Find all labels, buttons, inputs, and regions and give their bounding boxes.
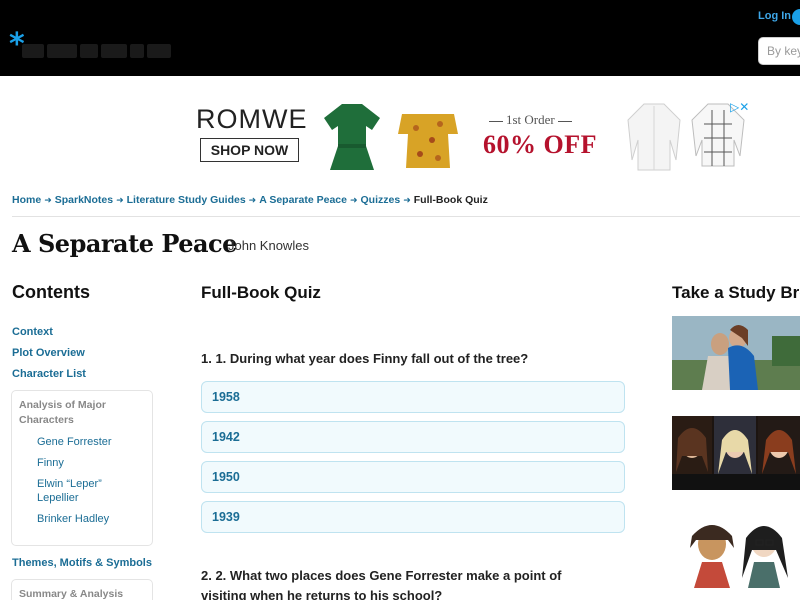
sidebar-group-summary: Summary & Analysis: [11, 579, 153, 600]
sidebar-group-title[interactable]: Analysis of Major Characters: [19, 398, 145, 428]
study-break-heading: Take a Study Break: [672, 283, 800, 302]
sidebar-item-context[interactable]: Context: [12, 326, 53, 338]
ad-first-order-text: 1st Order: [486, 112, 575, 128]
adchoices-close-icon[interactable]: ▷✕: [730, 100, 749, 114]
arrow-right-icon: ➜: [116, 195, 124, 205]
sidebar-item-themes[interactable]: Themes, Motifs & Symbols: [12, 557, 152, 569]
sidebar-item-gene-forrester[interactable]: Gene Forrester: [37, 435, 145, 449]
sidebar-group-analysis: Analysis of Major Characters Gene Forres…: [11, 390, 153, 546]
user-icon[interactable]: [792, 9, 800, 25]
breadcrumb-quizzes[interactable]: Quizzes: [361, 194, 401, 206]
top-navigation-bar: * Log In By keyword: [0, 0, 800, 76]
login-link[interactable]: Log In: [758, 10, 791, 22]
white-shirt-image: [627, 103, 681, 171]
breadcrumb-a-separate-peace[interactable]: A Separate Peace: [259, 194, 347, 206]
breadcrumb-sparknotes[interactable]: SparkNotes: [55, 194, 113, 206]
advertisement-banner[interactable]: ROMWE SHOP NOW 1st Order 60% OFF ▷✕: [190, 96, 756, 174]
yellow-floral-top-image: [398, 114, 458, 168]
sidebar-group-title[interactable]: Summary & Analysis: [19, 587, 145, 600]
breadcrumb: Home ➜ SparkNotes ➜ Literature Study Guides ➜…: [12, 194, 488, 206]
quiz-heading: Full-Book Quiz: [201, 283, 321, 302]
sidebar-item-brinker-hadley[interactable]: Brinker Hadley: [37, 512, 145, 526]
ad-discount-text: 60% OFF: [483, 130, 597, 159]
divider: [12, 216, 800, 217]
arrow-right-icon: ➜: [44, 195, 52, 205]
answer-option[interactable]: 1950: [201, 461, 625, 493]
arrow-right-icon: ➜: [403, 195, 411, 205]
breadcrumb-literature-study-guides[interactable]: Literature Study Guides: [127, 194, 246, 206]
study-break-image-illustration[interactable]: [672, 514, 800, 588]
answer-option[interactable]: 1942: [201, 421, 625, 453]
site-logo[interactable]: [22, 44, 190, 62]
answer-option[interactable]: 1939: [201, 501, 625, 533]
sidebar-item-leper-lepellier[interactable]: Elwin “Leper” Lepellier: [37, 477, 117, 505]
contents-heading: Contents: [12, 282, 90, 302]
breadcrumb-home[interactable]: Home: [12, 194, 41, 206]
breadcrumb-current: Full-Book Quiz: [413, 194, 488, 206]
question-2: 2. 2. What two places does Gene Forreste…: [201, 568, 562, 600]
sidebar-item-finny[interactable]: Finny: [37, 456, 145, 470]
study-break-image-couple[interactable]: [672, 316, 800, 390]
author-name[interactable]: John Knowles: [228, 238, 309, 253]
question-1: 1. 1. During what year does Finny fall o…: [201, 351, 529, 366]
green-blouse-image: [324, 104, 380, 170]
arrow-right-icon: ➜: [349, 195, 358, 205]
page-title: A Separate Peace: [12, 229, 237, 258]
search-input[interactable]: By keyword: [758, 37, 800, 65]
sidebar-item-plot-overview[interactable]: Plot Overview: [12, 347, 85, 359]
study-break-image-three-girls[interactable]: [672, 416, 800, 490]
arrow-right-icon: ➜: [248, 195, 257, 205]
ad-brand-name: ROMWE: [196, 104, 308, 134]
answer-option[interactable]: 1958: [201, 381, 625, 413]
sidebar-item-character-list[interactable]: Character List: [12, 368, 86, 380]
ad-shop-now-button[interactable]: SHOP NOW: [200, 138, 299, 162]
